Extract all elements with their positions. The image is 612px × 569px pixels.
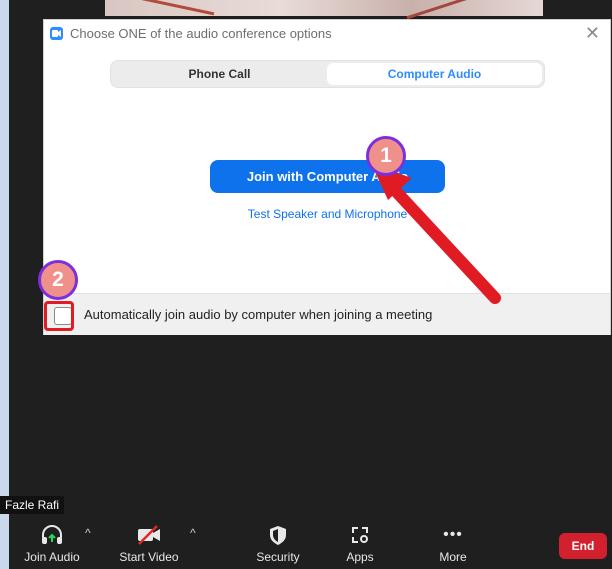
video-options-caret[interactable]: ^ bbox=[190, 526, 196, 540]
headphones-icon bbox=[42, 525, 62, 544]
step-marker-2: 2 bbox=[38, 260, 78, 300]
join-audio-button[interactable]: Join Audio bbox=[17, 522, 87, 564]
apps-button[interactable]: Apps bbox=[325, 522, 395, 564]
step-marker-1: 1 bbox=[366, 136, 406, 176]
more-icon: ••• bbox=[443, 526, 463, 543]
video-off-icon bbox=[138, 525, 160, 545]
more-button[interactable]: ••• More bbox=[418, 522, 488, 564]
participant-name-tag: Fazle Rafi bbox=[0, 496, 65, 514]
security-button[interactable]: Security bbox=[243, 522, 313, 564]
end-meeting-button[interactable]: End bbox=[559, 533, 607, 559]
annotation-arrow bbox=[372, 165, 501, 304]
meeting-toolbar: Join Audio ^ Start Video ^ Security Apps… bbox=[9, 516, 612, 569]
audio-options-caret[interactable]: ^ bbox=[85, 526, 91, 540]
start-video-button[interactable]: Start Video bbox=[114, 522, 184, 564]
apps-icon bbox=[352, 527, 368, 543]
shield-icon bbox=[270, 526, 286, 545]
